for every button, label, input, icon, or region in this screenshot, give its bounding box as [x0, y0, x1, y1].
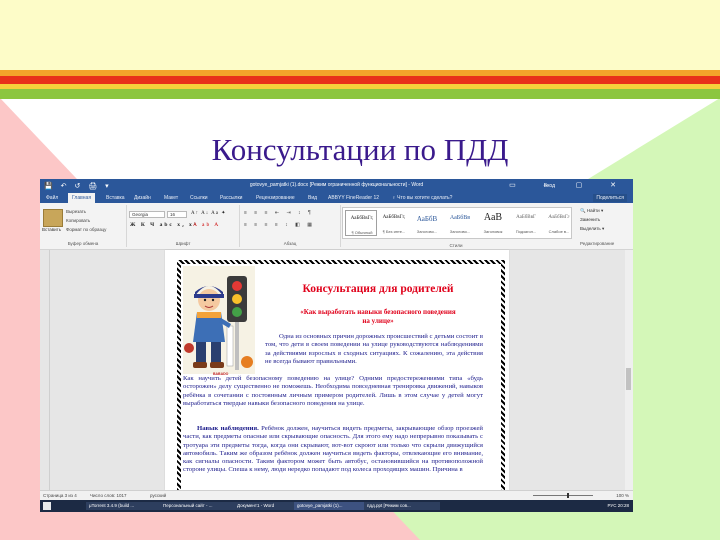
- style-heading-2[interactable]: АаБбВв Заголово...: [444, 210, 476, 236]
- word-window-screenshot: 💾 ↶ ↺ 🖨 ▾ gotovye_pamjatki (1).docx [Реж…: [40, 179, 633, 512]
- style-subtle-emphasis[interactable]: АаБбВвГг Слабое в...: [543, 210, 575, 236]
- tab-abbyy[interactable]: ABBYY FineReader 12: [328, 195, 379, 201]
- system-tray[interactable]: РУС 20:28: [607, 503, 629, 508]
- style-heading-1[interactable]: АаБбВ Заголово...: [411, 210, 443, 236]
- decor-stripe-green: [0, 89, 720, 99]
- style-normal[interactable]: АаБбВвГг, ¶ Обычный: [345, 210, 377, 236]
- paragraph-tools-row2[interactable]: ≡ ≡ ≡ ≡ ↕ ◧ ▦: [244, 222, 315, 228]
- paste-button-label[interactable]: Вставить: [42, 227, 61, 232]
- taskbar-item-utorrent[interactable]: μTorrent 3.4.9 (build ...: [86, 502, 162, 510]
- tab-references[interactable]: Ссылки: [190, 195, 208, 201]
- taskbar-item-powerpoint[interactable]: пдд.ppt [Режим сов...: [364, 502, 440, 510]
- window-controls[interactable]: ▭ – ▢ ✕: [509, 181, 629, 189]
- doc-paragraph-3: Навык наблюдения. Ребёнок должен, научит…: [183, 425, 483, 475]
- group-paragraph: ≡ ≡ ≡ ⇤ ⇥ ↕ ¶ ≡ ≡ ≡ ≡ ↕ ◧ ▦ Абзац: [240, 205, 341, 247]
- zoom-slider[interactable]: [533, 495, 593, 496]
- slide-title: Консультации по ПДД: [211, 132, 509, 167]
- style-no-spacing[interactable]: АаБбВвГг, ¶ Без инте...: [378, 210, 410, 236]
- status-zoom[interactable]: 100 %: [616, 493, 629, 498]
- tab-design[interactable]: Дизайн: [134, 195, 151, 201]
- ribbon-tabs: Файл Главная Вставка Дизайн Макет Ссылки…: [40, 192, 633, 203]
- taskbar-item-word-doc1[interactable]: Документ1 - Word: [234, 502, 296, 510]
- zoom-slider-knob[interactable]: [567, 493, 569, 498]
- doc-paragraph-1: Одна из основных причин дорожных происше…: [265, 333, 483, 365]
- taskbar-item-word-gotovye[interactable]: gotovye_pamjatki (1)...: [294, 502, 366, 510]
- tell-me-search[interactable]: ♀ Что вы хотите сделать?: [392, 195, 452, 201]
- doc-subheading: «Как выработать навыки безопасного повед…: [273, 308, 483, 326]
- doc-paragraph-3-bold: Навык наблюдения.: [197, 425, 259, 432]
- doc-paragraph-2: Как научить детей безопасному поведению …: [183, 375, 483, 407]
- tab-insert[interactable]: Вставка: [106, 195, 125, 201]
- status-word-count[interactable]: Число слов: 1017: [90, 493, 127, 498]
- tab-review[interactable]: Рецензирование: [256, 195, 295, 201]
- status-language[interactable]: русский: [150, 493, 166, 498]
- group-label-editing: Редактирование: [580, 241, 615, 246]
- document-area: BABADO Консультация для родителей «Как в…: [40, 250, 633, 502]
- vertical-ruler: [40, 250, 50, 490]
- doc-subheading-line2: на улице»: [362, 317, 394, 325]
- font-size-select[interactable]: 16: [167, 211, 187, 218]
- font-name-select[interactable]: Georgia: [129, 211, 165, 218]
- document-page[interactable]: BABADO Консультация для родителей «Как в…: [165, 250, 509, 502]
- font-format-buttons[interactable]: Ж К Ч abc x₂ x²: [130, 222, 197, 228]
- find-button[interactable]: 🔍 Найти ▾: [580, 208, 603, 214]
- tab-view[interactable]: Вид: [308, 195, 317, 201]
- windows-start-icon[interactable]: [43, 502, 51, 510]
- styles-gallery: АаБбВвГг, ¶ Обычный АаБбВвГг, ¶ Без инте…: [342, 207, 572, 239]
- taskbar-item-browser[interactable]: Персональный сайт - ...: [160, 502, 236, 510]
- group-font: Georgia 16 A↑ A↓ Aa ✦ Ж К Ч abc x₂ x² A …: [127, 205, 240, 247]
- group-clipboard: Вставить Вырезать Копировать Формат по о…: [40, 205, 127, 247]
- paragraph-tools-row1[interactable]: ≡ ≡ ≡ ⇤ ⇥ ↕ ¶: [244, 210, 314, 216]
- replace-button[interactable]: Заменить: [580, 217, 600, 222]
- tab-file[interactable]: Файл: [46, 195, 58, 201]
- tab-layout[interactable]: Макет: [164, 195, 178, 201]
- traffic-light-boy-illustration: [183, 266, 255, 374]
- tab-home[interactable]: Главная: [68, 193, 96, 203]
- ribbon-home: Вставить Вырезать Копировать Формат по о…: [40, 203, 633, 250]
- doc-paragraph-3-text: Ребёнок должен, научиться видеть предмет…: [183, 425, 483, 474]
- status-page[interactable]: Страница 3 из 4: [43, 493, 77, 498]
- select-button[interactable]: Выделить ▾: [580, 226, 604, 232]
- vertical-scrollbar[interactable]: [625, 250, 633, 490]
- style-subtitle[interactable]: АаБбВвГ Подзагол...: [510, 210, 542, 236]
- presentation-slide: Консультации по ПДД 💾 ↶ ↺ 🖨 ▾ gotovye_pa…: [0, 0, 720, 540]
- copy-button[interactable]: Копировать: [66, 218, 90, 223]
- paste-icon[interactable]: [43, 209, 63, 227]
- group-label-clipboard: Буфер обмена: [67, 241, 99, 246]
- decor-stripe-red: [0, 76, 720, 84]
- share-button[interactable]: Поделиться: [593, 194, 627, 202]
- font-color-buttons[interactable]: A ab A: [193, 222, 220, 228]
- scrollbar-thumb[interactable]: [626, 368, 631, 390]
- font-size-tools[interactable]: A↑ A↓ Aa ✦: [191, 210, 226, 216]
- tab-mailings[interactable]: Рассылки: [220, 195, 242, 201]
- style-title[interactable]: АаВ Заголовок: [477, 210, 509, 236]
- group-label-styles: Стили: [449, 243, 463, 248]
- windows-taskbar: μTorrent 3.4.9 (build ... Персональный с…: [40, 500, 633, 512]
- doc-subheading-line1: «Как выработать навыки безопасного повед…: [300, 308, 456, 316]
- group-label-font: Шрифт: [175, 241, 191, 246]
- format-painter-button[interactable]: Формат по образцу: [66, 227, 106, 232]
- word-titlebar: 💾 ↶ ↺ 🖨 ▾ gotovye_pamjatki (1).docx [Реж…: [40, 179, 633, 192]
- doc-heading: Консультация для родителей: [302, 283, 454, 295]
- cut-button[interactable]: Вырезать: [66, 209, 86, 214]
- group-label-paragraph: Абзац: [283, 241, 297, 246]
